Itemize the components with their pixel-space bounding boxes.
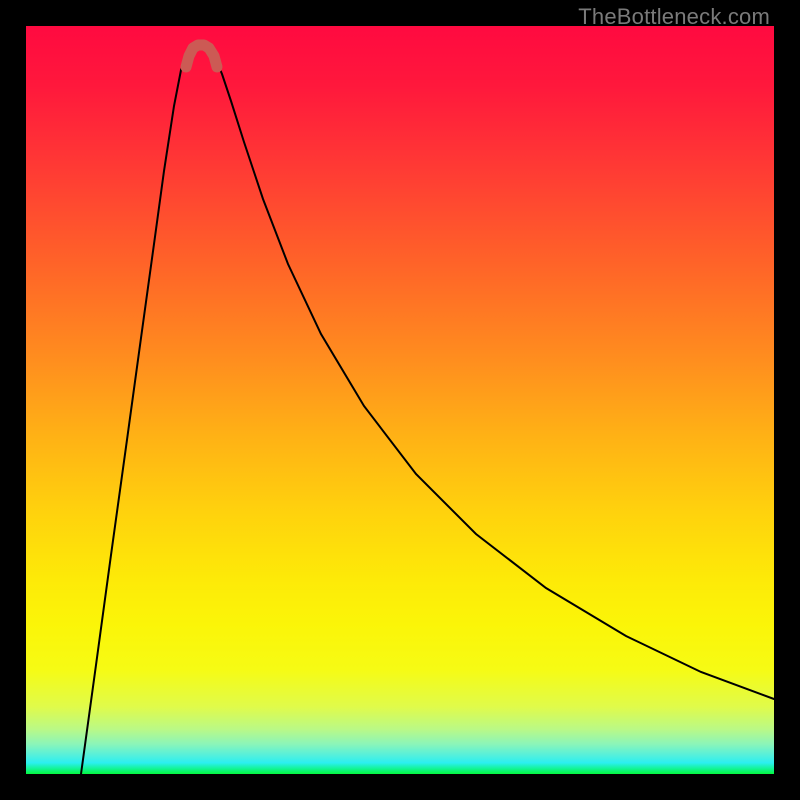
optimal-marker (186, 45, 217, 67)
chart-svg (26, 26, 774, 774)
right-curve (212, 55, 774, 699)
attribution-text: TheBottleneck.com (578, 4, 770, 30)
chart-frame: TheBottleneck.com (0, 0, 800, 800)
left-curve (81, 55, 190, 774)
